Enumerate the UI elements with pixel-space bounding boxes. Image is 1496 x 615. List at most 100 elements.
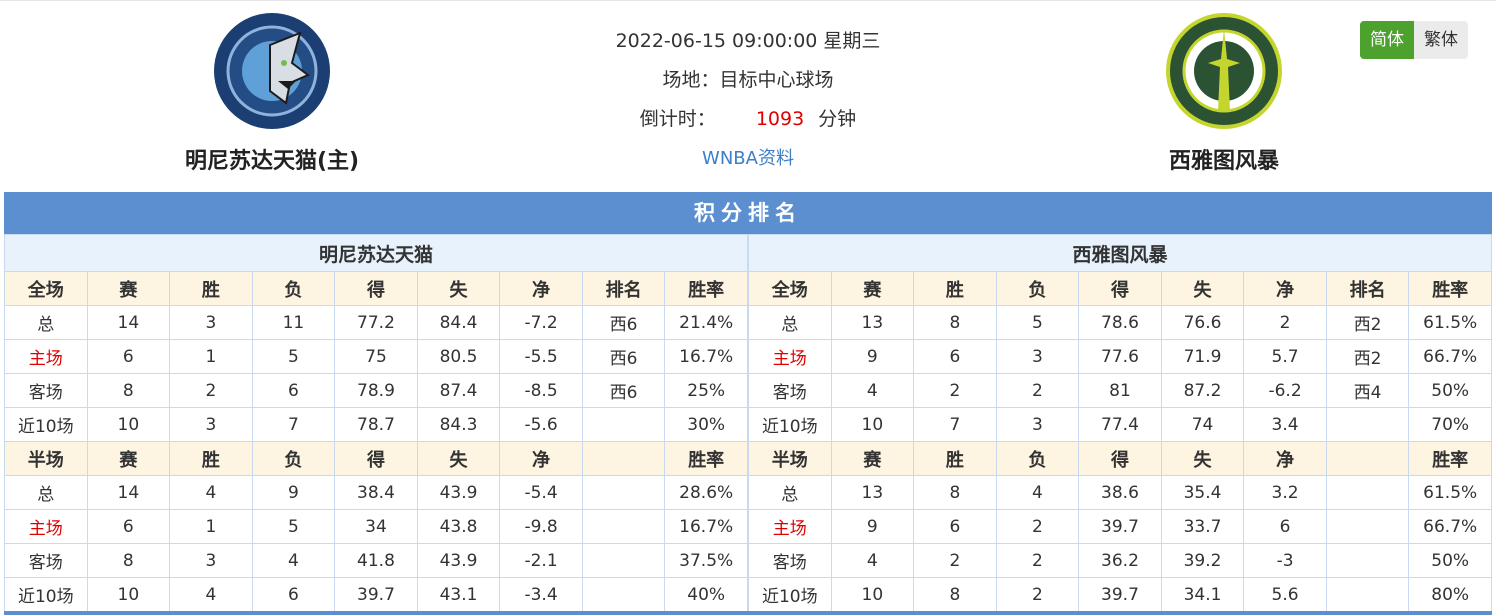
- table-cell: 6: [86, 509, 171, 544]
- column-header: [1325, 441, 1410, 476]
- table-cell: 3: [995, 339, 1080, 374]
- standings-section: 积分排名 明尼苏达天猫 全场赛胜负得失净排名 胜率总 14 3 11 77.2 84.4 -7…: [4, 192, 1492, 612]
- table-cell: 77.2: [334, 305, 418, 340]
- row-label: 主场: [4, 339, 88, 374]
- column-header: 失: [416, 271, 501, 306]
- column-header: 负: [995, 441, 1080, 476]
- table-cell: 13: [830, 475, 915, 510]
- table-cell: 8: [86, 373, 171, 408]
- table-cell: 14: [86, 475, 171, 510]
- storm-logo-icon: [1164, 11, 1284, 131]
- column-header: 胜: [169, 441, 253, 476]
- table-cell: 9: [251, 475, 336, 510]
- table-cell: 78.6: [1078, 305, 1162, 340]
- table-cell: 6: [913, 509, 997, 544]
- table-cell: 43.9: [416, 543, 501, 578]
- table-cell: 3: [995, 407, 1080, 442]
- column-header: 负: [995, 271, 1080, 306]
- table-cell: 7: [913, 407, 997, 442]
- countdown-value: 1093: [755, 108, 805, 130]
- table-cell: 10: [86, 577, 171, 612]
- table-cell: 3.2: [1243, 475, 1327, 510]
- table-row: 总 14 4 9 38.4 43.9 -5.4 28.6%: [4, 475, 748, 510]
- table-cell: 66.7%: [1408, 509, 1492, 544]
- row-label: 总: [748, 475, 832, 510]
- home-team[interactable]: 明尼苏达天猫(主): [142, 11, 402, 175]
- table-row: 主场 6 1 5 34 43.8 -9.8 16.7%: [4, 509, 748, 544]
- table-row: 近10场 10 3 7 78.7 84.3 -5.6 30%: [4, 407, 748, 442]
- row-label: 总: [4, 305, 88, 340]
- table-cell: 西6: [581, 339, 666, 374]
- table-row: 客场 4 2 2 36.2 39.2 -3 50%: [748, 543, 1492, 578]
- table-cell: [581, 543, 666, 578]
- column-header: 胜: [913, 271, 997, 306]
- table-cell: 9: [830, 509, 915, 544]
- column-header: 胜率: [664, 271, 748, 306]
- table-cell: 7: [251, 407, 336, 442]
- table-cell: 43.9: [416, 475, 501, 510]
- table-cell: 66.7%: [1408, 339, 1492, 374]
- column-header: 失: [1160, 441, 1245, 476]
- table-cell: 41.8: [334, 543, 418, 578]
- table-cell: -7.2: [499, 305, 583, 340]
- row-label: 近10场: [748, 407, 832, 442]
- column-header: 全场: [748, 271, 832, 306]
- table-cell: 4: [830, 373, 915, 408]
- table-cell: 80%: [1408, 577, 1492, 612]
- table-cell: 1: [169, 509, 253, 544]
- home-table-title: 明尼苏达天猫: [4, 234, 748, 272]
- table-cell: 4: [830, 543, 915, 578]
- away-team[interactable]: 西雅图风暴: [1094, 11, 1354, 175]
- table-cell: 76.6: [1160, 305, 1245, 340]
- table-cell: 84.4: [416, 305, 501, 340]
- standings-title: 积分排名: [4, 192, 1492, 234]
- simplified-chinese-button[interactable]: 简体: [1360, 21, 1414, 59]
- table-cell: 6: [251, 373, 336, 408]
- table-cell: -8.5: [499, 373, 583, 408]
- lynx-logo-icon: [212, 11, 332, 131]
- table-cell: 10: [830, 577, 915, 612]
- table-cell: 75: [334, 339, 418, 374]
- row-label: 近10场: [748, 577, 832, 612]
- row-label: 客场: [748, 373, 832, 408]
- column-header: 负: [251, 271, 336, 306]
- table-header-row: 全场赛胜负得失净排名 胜率: [4, 271, 748, 306]
- table-cell: 西4: [1325, 373, 1410, 408]
- table-header-row: 半场赛胜负得失净 胜率: [4, 441, 748, 476]
- table-cell: 36.2: [1078, 543, 1162, 578]
- table-cell: 34.1: [1160, 577, 1245, 612]
- table-cell: -3: [1243, 543, 1327, 578]
- table-row: 客场 8 3 4 41.8 43.9 -2.1 37.5%: [4, 543, 748, 578]
- league-info-link[interactable]: WNBA资料: [702, 148, 794, 169]
- table-cell: 43.1: [416, 577, 501, 612]
- countdown-label: 倒计时：: [639, 108, 716, 130]
- table-cell: 40%: [664, 577, 748, 612]
- table-cell: 25%: [664, 373, 748, 408]
- table-row: 主场 9 6 2 39.7 33.7 6 66.7%: [748, 509, 1492, 544]
- column-header: 半场: [748, 441, 832, 476]
- table-cell: 78.9: [334, 373, 418, 408]
- table-cell: 3: [169, 407, 253, 442]
- table-cell: 37.5%: [664, 543, 748, 578]
- column-header: 净: [1243, 441, 1327, 476]
- column-header: 胜: [169, 271, 253, 306]
- table-cell: 6: [251, 577, 336, 612]
- away-team-name: 西雅图风暴: [1168, 149, 1279, 174]
- column-header: 得: [334, 441, 418, 476]
- table-cell: 11: [251, 305, 336, 340]
- column-header: 得: [1078, 271, 1162, 306]
- table-header-row: 半场赛胜负得失净 胜率: [748, 441, 1492, 476]
- table-cell: 39.7: [334, 577, 418, 612]
- table-cell: 6: [913, 339, 997, 374]
- table-cell: 77.4: [1078, 407, 1162, 442]
- traditional-chinese-button[interactable]: 繁体: [1414, 21, 1468, 59]
- row-label: 客场: [4, 373, 88, 408]
- table-cell: 4: [251, 543, 336, 578]
- table-cell: 3: [169, 305, 253, 340]
- table-cell: 2: [995, 373, 1080, 408]
- column-header: 得: [334, 271, 418, 306]
- table-cell: 35.4: [1160, 475, 1245, 510]
- table-row: 近10场 10 7 3 77.4 74 3.4 70%: [748, 407, 1492, 442]
- table-cell: 71.9: [1160, 339, 1245, 374]
- column-header: 赛: [86, 271, 171, 306]
